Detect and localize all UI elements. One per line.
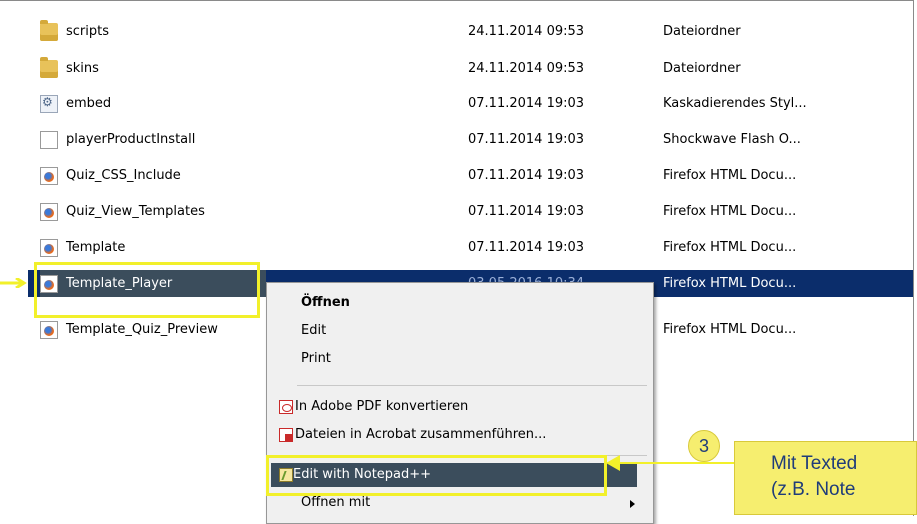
menu-item-label: Print — [301, 351, 331, 366]
callout-line-2: (z.B. Note — [771, 479, 856, 500]
file-date: 07.11.2014 19:03 — [468, 204, 585, 219]
file-type: Shockwave Flash O... — [663, 132, 801, 147]
file-date: 07.11.2014 19:03 — [468, 132, 585, 147]
menu-item-label: Öffnen — [301, 295, 350, 310]
menu-item-open[interactable]: Öffnen — [267, 291, 653, 315]
file-name: skins — [66, 61, 99, 76]
file-type: Firefox HTML Docu... — [663, 276, 797, 291]
menu-item-edit[interactable]: Edit — [267, 319, 653, 343]
menu-item-label: Dateien in Acrobat zusammenführen... — [295, 427, 547, 442]
file-date: 07.11.2014 19:03 — [468, 240, 585, 255]
menu-item-label: Edit — [301, 323, 327, 338]
instruction-callout: Mit Texted (z.B. Note — [734, 441, 917, 515]
list-item[interactable]: embed 07.11.2014 19:03 Kaskadierendes St… — [28, 90, 913, 117]
pointer-arrow-icon — [0, 276, 30, 290]
file-name: playerProductInstall — [66, 132, 196, 147]
list-item[interactable]: skins 24.11.2014 09:53 Dateiordner — [28, 55, 913, 82]
highlight-selected-file — [34, 262, 260, 318]
file-name: Quiz_View_Templates — [66, 204, 205, 219]
file-type: Firefox HTML Docu... — [663, 322, 797, 337]
file-date: 24.11.2014 09:53 — [468, 61, 585, 76]
list-item[interactable]: Template 07.11.2014 19:03 Firefox HTML D… — [28, 234, 913, 261]
list-item[interactable]: Quiz_CSS_Include 07.11.2014 19:03 Firefo… — [28, 162, 913, 189]
menu-item-pdf-convert[interactable]: In Adobe PDF konvertieren — [267, 395, 653, 419]
file-type: Firefox HTML Docu... — [663, 240, 797, 255]
file-name: Template_Quiz_Preview — [66, 322, 218, 337]
menu-separator — [297, 385, 647, 386]
callout-line-1: Mit Texted — [771, 453, 858, 474]
callout-arrow-icon — [606, 455, 620, 471]
file-date: 24.11.2014 09:53 — [468, 24, 585, 39]
list-item[interactable]: Quiz_View_Templates 07.11.2014 19:03 Fir… — [28, 198, 913, 225]
list-item[interactable]: scripts 24.11.2014 09:53 Dateiordner — [28, 18, 913, 45]
pdf-icon — [279, 400, 293, 414]
acrobat-icon — [279, 428, 293, 442]
file-date: 07.11.2014 19:03 — [468, 168, 585, 183]
highlight-notepadpp — [266, 455, 607, 496]
file-type: Firefox HTML Docu... — [663, 168, 797, 183]
file-name: scripts — [66, 24, 109, 39]
menu-item-print[interactable]: Print — [267, 347, 653, 371]
file-name: embed — [66, 96, 112, 111]
submenu-arrow-icon — [630, 500, 635, 508]
file-type: Dateiordner — [663, 61, 741, 76]
list-item[interactable]: playerProductInstall 07.11.2014 19:03 Sh… — [28, 126, 913, 153]
callout-pointer — [618, 462, 734, 464]
menu-item-acrobat-merge[interactable]: Dateien in Acrobat zusammenführen... — [267, 423, 653, 447]
file-type: Firefox HTML Docu... — [663, 204, 797, 219]
file-type: Dateiordner — [663, 24, 741, 39]
file-date: 07.11.2014 19:03 — [468, 96, 585, 111]
file-name: Quiz_CSS_Include — [66, 168, 181, 183]
file-name: Template — [66, 240, 126, 255]
file-type: Kaskadierendes Styl... — [663, 96, 807, 111]
step-badge: 3 — [688, 430, 720, 462]
menu-item-label: In Adobe PDF konvertieren — [295, 399, 469, 414]
